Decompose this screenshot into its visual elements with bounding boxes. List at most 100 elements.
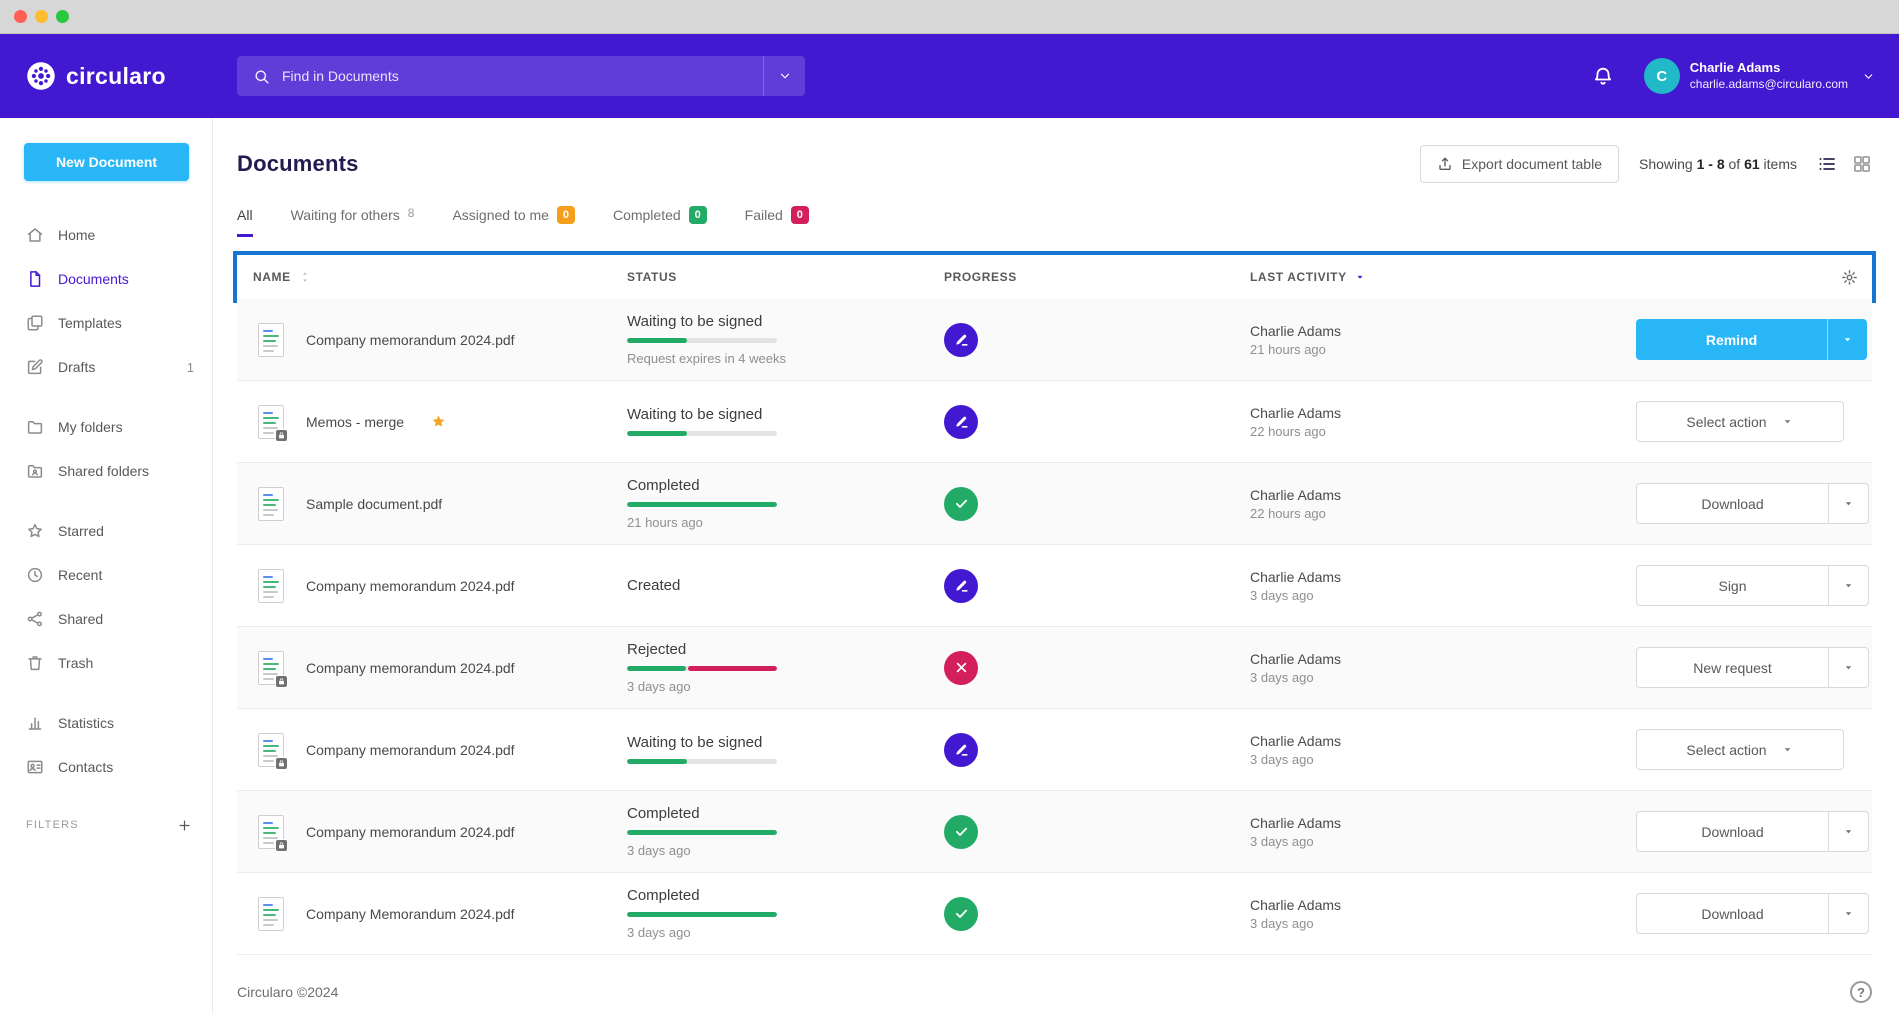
window-close-button[interactable] (14, 10, 27, 23)
document-icon (26, 270, 44, 288)
action-button-sign[interactable]: Sign (1637, 566, 1828, 605)
sidebar-item-documents[interactable]: Documents (0, 257, 212, 301)
brand-logo[interactable]: circularo (0, 61, 213, 91)
status-cell: Waiting to be signedRequest expires in 4… (627, 299, 944, 380)
column-header-name[interactable]: NAME (237, 270, 627, 284)
caret-down-icon (1842, 497, 1855, 510)
clock-icon (26, 566, 44, 584)
completed-status-icon (944, 815, 978, 849)
favorite-star-icon[interactable] (430, 413, 447, 430)
document-name-cell: Memos - merge (237, 381, 627, 462)
action-dropdown-toggle[interactable] (1828, 648, 1868, 687)
status-text: Waiting to be signed (627, 734, 762, 751)
table-row[interactable]: Company memorandum 2024.pdfWaiting to be… (237, 299, 1872, 381)
tab-assigned-to-me[interactable]: Assigned to me0 (452, 206, 575, 237)
templates-icon (26, 314, 44, 332)
action-split-button: Sign (1636, 565, 1869, 606)
table-row[interactable]: Sample document.pdfCompleted21 hours ago… (237, 463, 1872, 545)
table-row[interactable]: Company memorandum 2024.pdfRejected3 day… (237, 627, 1872, 709)
sidebar-item-statistics[interactable]: Statistics (0, 701, 212, 745)
action-dropdown-toggle[interactable] (1827, 319, 1867, 360)
sidebar-item-templates[interactable]: Templates (0, 301, 212, 345)
action-button-download[interactable]: Download (1637, 894, 1828, 933)
sidebar-item-shared-folders[interactable]: Shared folders (0, 449, 212, 493)
sidebar-item-drafts[interactable]: Drafts1 (0, 345, 212, 389)
action-split-button: Download (1636, 811, 1869, 852)
help-button[interactable]: ? (1850, 981, 1872, 1003)
sidebar-item-trash[interactable]: Trash (0, 641, 212, 685)
activity-user: Charlie Adams (1250, 405, 1636, 421)
activity-time: 3 days ago (1250, 670, 1636, 685)
new-document-button[interactable]: New Document (24, 143, 189, 181)
activity-time: 3 days ago (1250, 588, 1636, 603)
sidebar-item-recent[interactable]: Recent (0, 553, 212, 597)
add-filter-button[interactable] (177, 818, 192, 833)
tab-waiting-for-others[interactable]: Waiting for others8 (291, 206, 415, 237)
action-button-download[interactable]: Download (1637, 484, 1828, 523)
progress-segment-green (627, 912, 777, 917)
action-split-button: Download (1636, 483, 1869, 524)
action-dropdown-toggle[interactable] (1828, 484, 1868, 523)
sort-icon[interactable] (298, 270, 312, 284)
user-email: charlie.adams@circularo.com (1690, 77, 1848, 93)
activity-user: Charlie Adams (1250, 733, 1636, 749)
table-row[interactable]: Company memorandum 2024.pdfCompleted3 da… (237, 791, 1872, 873)
window-minimize-button[interactable] (35, 10, 48, 23)
progress-segment-green (627, 431, 687, 436)
sidebar-item-my-folders[interactable]: My folders (0, 405, 212, 449)
action-button-select-action[interactable]: Select action (1636, 401, 1844, 442)
document-file-icon (258, 405, 284, 439)
count-badge: 1 (187, 360, 194, 375)
table-header[interactable]: NAME STATUS PROGRESS LAST ACTIVITY (237, 255, 1872, 299)
caret-down-icon (1842, 907, 1855, 920)
table-row[interactable]: Company memorandum 2024.pdfWaiting to be… (237, 709, 1872, 791)
column-header-status[interactable]: STATUS (627, 270, 944, 284)
page-footer: Circularo ©2024 ? (237, 970, 1872, 1014)
search-input[interactable] (282, 68, 763, 84)
tab-all[interactable]: All (237, 206, 253, 237)
action-dropdown-toggle[interactable] (1828, 566, 1868, 605)
document-name-cell: Company memorandum 2024.pdf (237, 627, 627, 708)
tab-failed[interactable]: Failed0 (745, 206, 809, 237)
action-button-select-action[interactable]: Select action (1636, 729, 1844, 770)
notifications-button[interactable] (1592, 65, 1614, 87)
action-dropdown-toggle[interactable] (1828, 812, 1868, 851)
status-cell: Rejected3 days ago (627, 627, 944, 708)
list-view-button[interactable] (1817, 154, 1837, 174)
sidebar-item-starred[interactable]: Starred (0, 509, 212, 553)
document-name-cell: Company memorandum 2024.pdf (237, 299, 627, 380)
table-row[interactable]: Company Memorandum 2024.pdfCompleted3 da… (237, 873, 1872, 955)
column-header-progress[interactable]: PROGRESS (944, 270, 1250, 284)
sort-desc-caret-icon[interactable] (1354, 271, 1366, 283)
table-settings-gear-icon[interactable] (1841, 269, 1858, 286)
caret-down-icon (1842, 825, 1855, 838)
document-file-icon (258, 733, 284, 767)
window-zoom-button[interactable] (56, 10, 69, 23)
document-name-cell: Company memorandum 2024.pdf (237, 709, 627, 790)
user-menu[interactable]: C Charlie Adams charlie.adams@circularo.… (1644, 58, 1875, 94)
completed-status-icon (944, 897, 978, 931)
table-row[interactable]: Memos - mergeWaiting to be signedCharlie… (237, 381, 1872, 463)
export-document-table-button[interactable]: Export document table (1420, 145, 1619, 183)
sidebar-item-shared[interactable]: Shared (0, 597, 212, 641)
status-text: Completed (627, 805, 700, 822)
search-scope-dropdown[interactable] (763, 56, 805, 96)
caret-down-icon (1842, 579, 1855, 592)
grid-view-button[interactable] (1852, 154, 1872, 174)
column-header-last-activity[interactable]: LAST ACTIVITY (1250, 270, 1636, 284)
contacts-icon (26, 758, 44, 776)
action-button-remind[interactable]: Remind (1636, 319, 1827, 360)
status-subtext: 21 hours ago (627, 515, 703, 530)
sidebar-item-contacts[interactable]: Contacts (0, 745, 212, 789)
activity-user: Charlie Adams (1250, 487, 1636, 503)
action-dropdown-toggle[interactable] (1828, 894, 1868, 933)
action-button-download[interactable]: Download (1637, 812, 1828, 851)
action-cell: Download (1636, 463, 1872, 544)
status-cell: Completed3 days ago (627, 873, 944, 954)
tab-completed[interactable]: Completed0 (613, 206, 707, 237)
action-button-new-request[interactable]: New request (1637, 648, 1828, 687)
document-file-icon (258, 651, 284, 685)
table-row[interactable]: Company memorandum 2024.pdfCreatedCharli… (237, 545, 1872, 627)
progress-cell (944, 627, 1250, 708)
sidebar-item-home[interactable]: Home (0, 213, 212, 257)
